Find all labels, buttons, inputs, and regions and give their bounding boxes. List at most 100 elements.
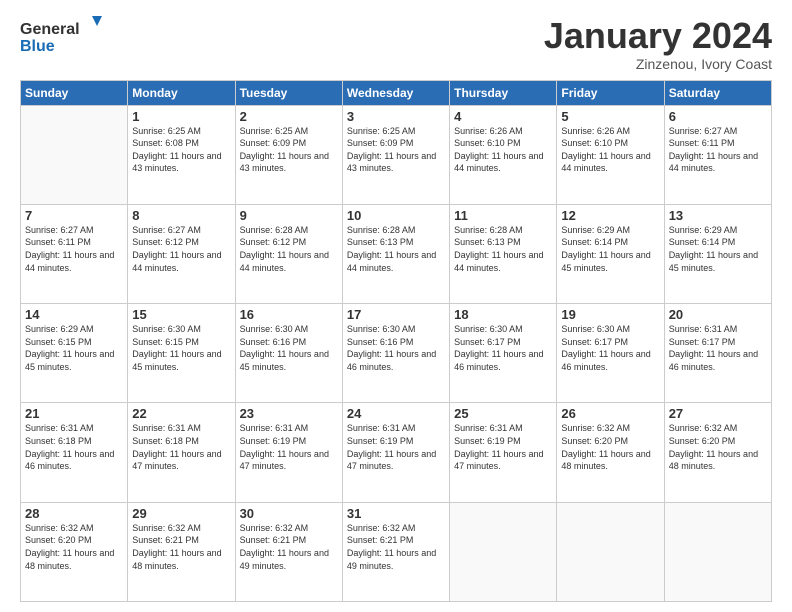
daylight-text: Daylight: 11 hours and 47 minutes. bbox=[454, 448, 552, 473]
calendar-cell: 7 Sunrise: 6:27 AM Sunset: 6:11 PM Dayli… bbox=[21, 204, 128, 303]
calendar-cell: 31 Sunrise: 6:32 AM Sunset: 6:21 PM Dayl… bbox=[342, 502, 449, 601]
sunrise-text: Sunrise: 6:26 AM bbox=[454, 125, 552, 138]
sunrise-text: Sunrise: 6:26 AM bbox=[561, 125, 659, 138]
sunset-text: Sunset: 6:21 PM bbox=[132, 534, 230, 547]
day-number: 15 bbox=[132, 307, 230, 322]
daylight-text: Daylight: 11 hours and 46 minutes. bbox=[25, 448, 123, 473]
daylight-text: Daylight: 11 hours and 48 minutes. bbox=[25, 547, 123, 572]
sunrise-text: Sunrise: 6:29 AM bbox=[561, 224, 659, 237]
header-wednesday: Wednesday bbox=[342, 80, 449, 105]
day-info: Sunrise: 6:28 AM Sunset: 6:12 PM Dayligh… bbox=[240, 224, 338, 274]
sunset-text: Sunset: 6:12 PM bbox=[132, 236, 230, 249]
sunrise-text: Sunrise: 6:25 AM bbox=[347, 125, 445, 138]
daylight-text: Daylight: 11 hours and 43 minutes. bbox=[240, 150, 338, 175]
day-number: 13 bbox=[669, 208, 767, 223]
day-number: 6 bbox=[669, 109, 767, 124]
sunset-text: Sunset: 6:19 PM bbox=[454, 435, 552, 448]
calendar-cell: 28 Sunrise: 6:32 AM Sunset: 6:20 PM Dayl… bbox=[21, 502, 128, 601]
daylight-text: Daylight: 11 hours and 49 minutes. bbox=[240, 547, 338, 572]
day-number: 12 bbox=[561, 208, 659, 223]
sunset-text: Sunset: 6:17 PM bbox=[561, 336, 659, 349]
calendar-cell bbox=[557, 502, 664, 601]
calendar-cell bbox=[664, 502, 771, 601]
sunrise-text: Sunrise: 6:32 AM bbox=[25, 522, 123, 535]
day-info: Sunrise: 6:26 AM Sunset: 6:10 PM Dayligh… bbox=[561, 125, 659, 175]
sunset-text: Sunset: 6:18 PM bbox=[25, 435, 123, 448]
day-info: Sunrise: 6:32 AM Sunset: 6:20 PM Dayligh… bbox=[25, 522, 123, 572]
daylight-text: Daylight: 11 hours and 47 minutes. bbox=[347, 448, 445, 473]
header-tuesday: Tuesday bbox=[235, 80, 342, 105]
day-info: Sunrise: 6:27 AM Sunset: 6:12 PM Dayligh… bbox=[132, 224, 230, 274]
week-row-1: 1 Sunrise: 6:25 AM Sunset: 6:08 PM Dayli… bbox=[21, 105, 772, 204]
day-info: Sunrise: 6:31 AM Sunset: 6:18 PM Dayligh… bbox=[25, 422, 123, 472]
daylight-text: Daylight: 11 hours and 45 minutes. bbox=[561, 249, 659, 274]
calendar-cell: 27 Sunrise: 6:32 AM Sunset: 6:20 PM Dayl… bbox=[664, 403, 771, 502]
sunrise-text: Sunrise: 6:29 AM bbox=[669, 224, 767, 237]
daylight-text: Daylight: 11 hours and 48 minutes. bbox=[561, 448, 659, 473]
sunset-text: Sunset: 6:16 PM bbox=[347, 336, 445, 349]
day-number: 3 bbox=[347, 109, 445, 124]
sunset-text: Sunset: 6:13 PM bbox=[454, 236, 552, 249]
day-number: 9 bbox=[240, 208, 338, 223]
day-info: Sunrise: 6:25 AM Sunset: 6:08 PM Dayligh… bbox=[132, 125, 230, 175]
sunrise-text: Sunrise: 6:30 AM bbox=[240, 323, 338, 336]
sunset-text: Sunset: 6:15 PM bbox=[25, 336, 123, 349]
sunset-text: Sunset: 6:14 PM bbox=[669, 236, 767, 249]
day-number: 20 bbox=[669, 307, 767, 322]
calendar-cell: 30 Sunrise: 6:32 AM Sunset: 6:21 PM Dayl… bbox=[235, 502, 342, 601]
sunrise-text: Sunrise: 6:28 AM bbox=[240, 224, 338, 237]
sunset-text: Sunset: 6:21 PM bbox=[240, 534, 338, 547]
day-info: Sunrise: 6:30 AM Sunset: 6:16 PM Dayligh… bbox=[240, 323, 338, 373]
header-thursday: Thursday bbox=[450, 80, 557, 105]
day-number: 25 bbox=[454, 406, 552, 421]
sunrise-text: Sunrise: 6:32 AM bbox=[240, 522, 338, 535]
daylight-text: Daylight: 11 hours and 45 minutes. bbox=[240, 348, 338, 373]
calendar-table: SundayMondayTuesdayWednesdayThursdayFrid… bbox=[20, 80, 772, 602]
day-number: 17 bbox=[347, 307, 445, 322]
day-number: 23 bbox=[240, 406, 338, 421]
calendar-cell: 26 Sunrise: 6:32 AM Sunset: 6:20 PM Dayl… bbox=[557, 403, 664, 502]
daylight-text: Daylight: 11 hours and 46 minutes. bbox=[561, 348, 659, 373]
day-info: Sunrise: 6:25 AM Sunset: 6:09 PM Dayligh… bbox=[347, 125, 445, 175]
sunrise-text: Sunrise: 6:30 AM bbox=[454, 323, 552, 336]
sunset-text: Sunset: 6:12 PM bbox=[240, 236, 338, 249]
day-number: 18 bbox=[454, 307, 552, 322]
day-number: 7 bbox=[25, 208, 123, 223]
sunset-text: Sunset: 6:21 PM bbox=[347, 534, 445, 547]
day-info: Sunrise: 6:31 AM Sunset: 6:18 PM Dayligh… bbox=[132, 422, 230, 472]
daylight-text: Daylight: 11 hours and 47 minutes. bbox=[240, 448, 338, 473]
sunset-text: Sunset: 6:10 PM bbox=[561, 137, 659, 150]
day-info: Sunrise: 6:28 AM Sunset: 6:13 PM Dayligh… bbox=[454, 224, 552, 274]
daylight-text: Daylight: 11 hours and 44 minutes. bbox=[240, 249, 338, 274]
sunset-text: Sunset: 6:14 PM bbox=[561, 236, 659, 249]
day-number: 26 bbox=[561, 406, 659, 421]
day-info: Sunrise: 6:31 AM Sunset: 6:19 PM Dayligh… bbox=[240, 422, 338, 472]
day-info: Sunrise: 6:29 AM Sunset: 6:14 PM Dayligh… bbox=[669, 224, 767, 274]
day-info: Sunrise: 6:25 AM Sunset: 6:09 PM Dayligh… bbox=[240, 125, 338, 175]
day-number: 27 bbox=[669, 406, 767, 421]
day-number: 1 bbox=[132, 109, 230, 124]
week-row-4: 21 Sunrise: 6:31 AM Sunset: 6:18 PM Dayl… bbox=[21, 403, 772, 502]
sunrise-text: Sunrise: 6:30 AM bbox=[132, 323, 230, 336]
daylight-text: Daylight: 11 hours and 44 minutes. bbox=[347, 249, 445, 274]
sunrise-text: Sunrise: 6:31 AM bbox=[347, 422, 445, 435]
day-info: Sunrise: 6:29 AM Sunset: 6:15 PM Dayligh… bbox=[25, 323, 123, 373]
sunrise-text: Sunrise: 6:29 AM bbox=[25, 323, 123, 336]
sunrise-text: Sunrise: 6:31 AM bbox=[25, 422, 123, 435]
calendar-cell: 13 Sunrise: 6:29 AM Sunset: 6:14 PM Dayl… bbox=[664, 204, 771, 303]
daylight-text: Daylight: 11 hours and 44 minutes. bbox=[25, 249, 123, 274]
sunrise-text: Sunrise: 6:27 AM bbox=[132, 224, 230, 237]
sunrise-text: Sunrise: 6:31 AM bbox=[240, 422, 338, 435]
sunset-text: Sunset: 6:11 PM bbox=[25, 236, 123, 249]
sunset-text: Sunset: 6:09 PM bbox=[240, 137, 338, 150]
sunrise-text: Sunrise: 6:25 AM bbox=[132, 125, 230, 138]
calendar-cell: 1 Sunrise: 6:25 AM Sunset: 6:08 PM Dayli… bbox=[128, 105, 235, 204]
sunrise-text: Sunrise: 6:28 AM bbox=[347, 224, 445, 237]
daylight-text: Daylight: 11 hours and 45 minutes. bbox=[132, 348, 230, 373]
sunrise-text: Sunrise: 6:30 AM bbox=[561, 323, 659, 336]
calendar-cell: 2 Sunrise: 6:25 AM Sunset: 6:09 PM Dayli… bbox=[235, 105, 342, 204]
day-number: 24 bbox=[347, 406, 445, 421]
daylight-text: Daylight: 11 hours and 47 minutes. bbox=[132, 448, 230, 473]
sunrise-text: Sunrise: 6:25 AM bbox=[240, 125, 338, 138]
calendar-cell: 5 Sunrise: 6:26 AM Sunset: 6:10 PM Dayli… bbox=[557, 105, 664, 204]
